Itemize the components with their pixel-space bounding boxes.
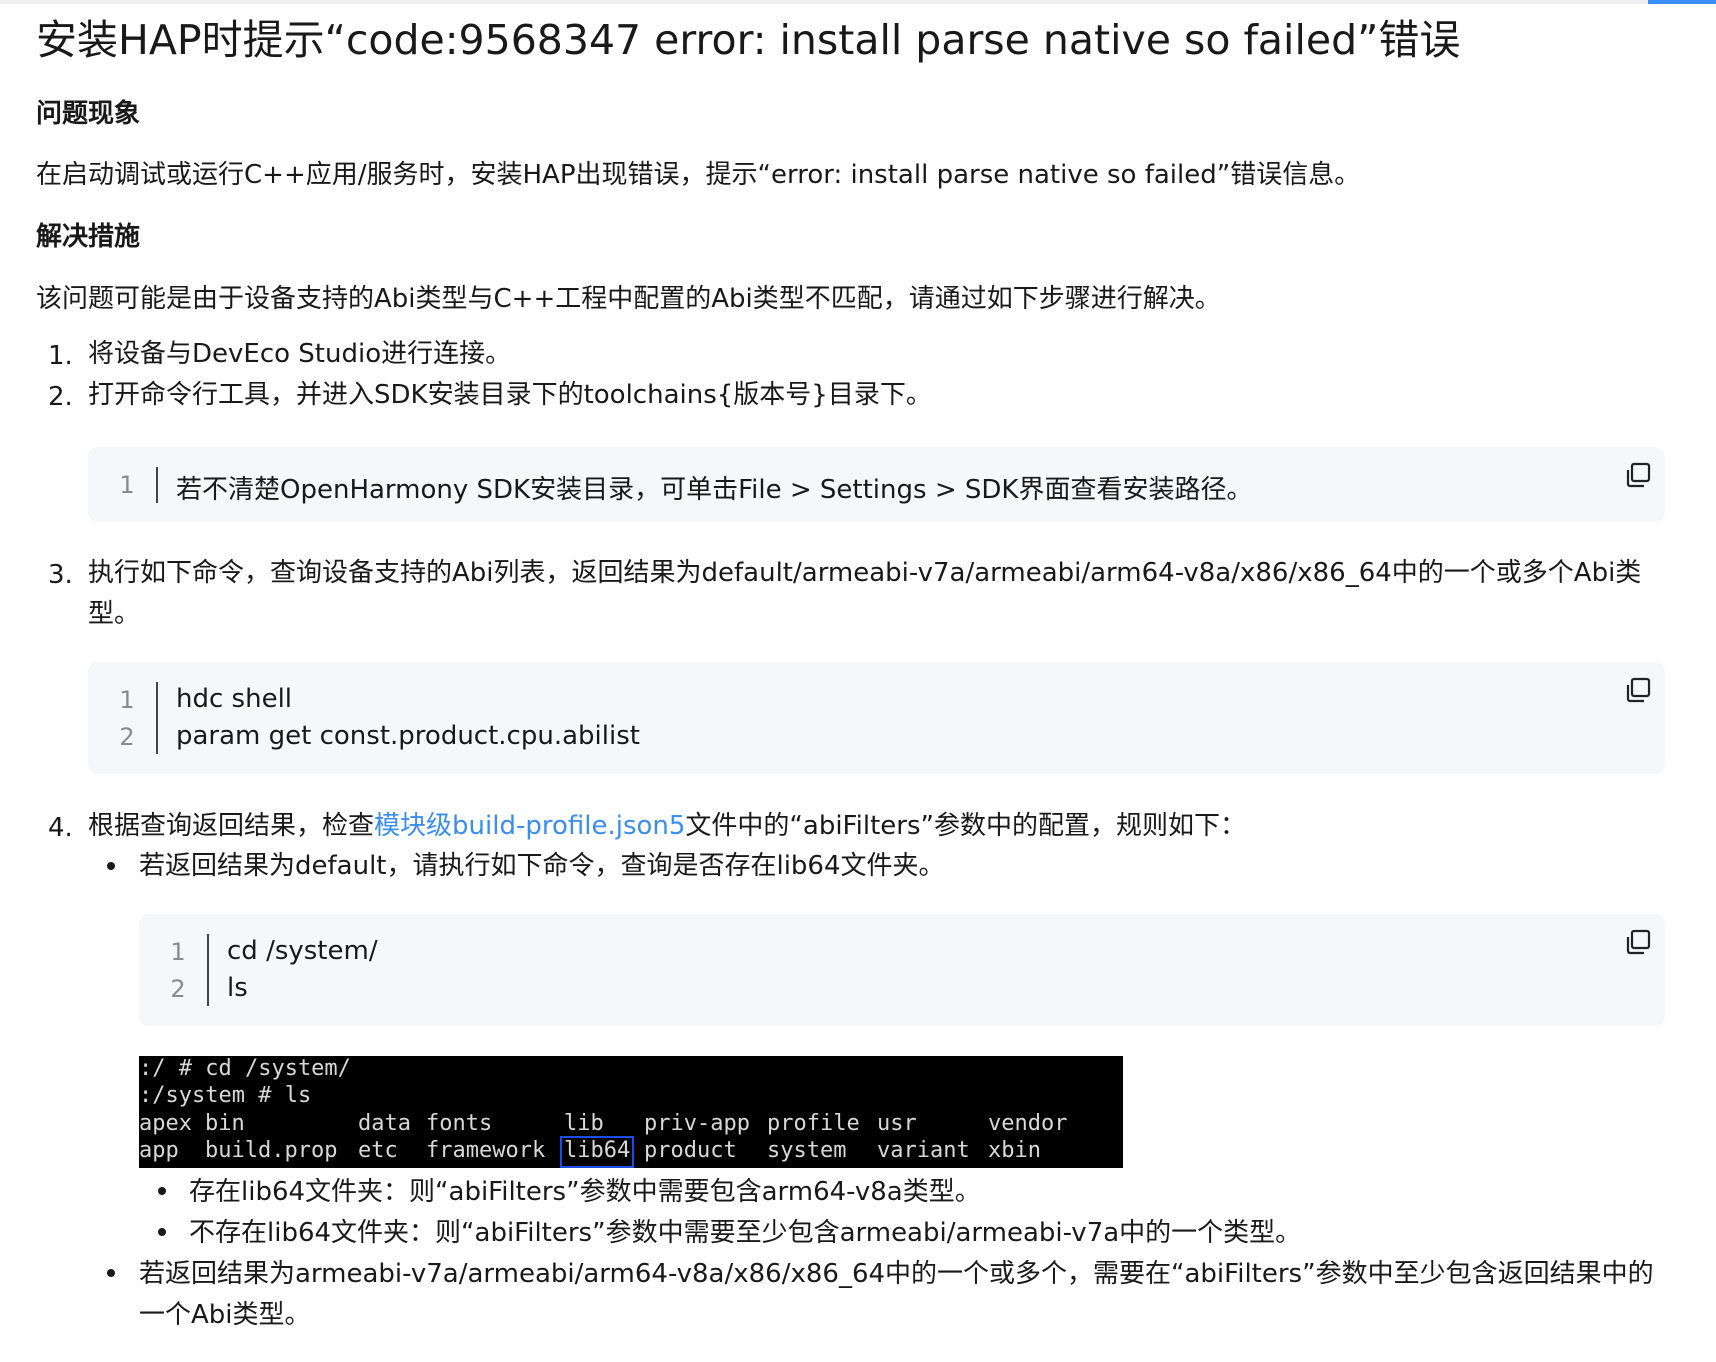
sub-bullet-dot [158,1187,166,1195]
copy-icon[interactable] [1624,928,1652,956]
terminal-cell: lib [564,1111,604,1136]
terminal-cell: app [139,1138,179,1163]
bullet-other-text-line2: 一个Abi类型。 [139,1300,311,1330]
code-block-system-ls: 1 2 cd /system/ ls [139,914,1665,1026]
step-4-text: 根据查询返回结果，检查模块级build-profile.json5文件中的“ab… [88,806,1246,846]
top-accent-bar [1648,0,1716,4]
page-title: 安装HAP时提示“code:9568347 error: install par… [36,16,1461,64]
terminal-cell: priv-app [644,1111,750,1136]
solution-intro: 该问题可能是由于设备支持的Abi类型与C++工程中配置的Abi类型不匹配，请通过… [36,284,1221,314]
code-block-sdk-path: 1 若不清楚OpenHarmony SDK安装目录，可单击File > Sett… [88,447,1665,522]
line-number: 2 [119,723,135,751]
bullet-other-text-line1: 若返回结果为armeabi-v7a/armeabi/arm64-v8a/x86/… [139,1259,1654,1289]
terminal-cell: etc [358,1138,398,1163]
terminal-cell: bin [205,1111,245,1136]
bullet-dot [107,1269,115,1277]
code-line: hdc shell [176,684,293,714]
line-number: 1 [119,471,135,499]
line-number: 1 [170,938,186,966]
build-profile-link[interactable]: 模块级build-profile.json5 [374,811,685,841]
line-divider [156,682,158,754]
terminal-line: :/ # cd /system/ [139,1056,351,1081]
step-3-number: 3. [48,560,73,590]
problem-text: 在启动调试或运行C++应用/服务时，安装HAP出现错误，提示“error: in… [36,160,1361,190]
code-line: 若不清楚OpenHarmony SDK安装目录，可单击File > Settin… [176,475,1253,505]
terminal-cell: vendor [988,1111,1068,1136]
copy-icon[interactable] [1624,676,1652,704]
terminal-screenshot: :/ # cd /system/ :/system # ls apex bin … [139,1056,1123,1168]
step-2-text: 打开命令行工具，并进入SDK安装目录下的toolchains{版本号}目录下。 [88,380,932,410]
sub-bullet-dot [158,1228,166,1236]
terminal-cell: build.prop [205,1138,338,1163]
step-1-number: 1. [48,341,73,371]
step-1-text: 将设备与DevEco Studio进行连接。 [88,339,512,369]
step-3-text-line2: 型。 [88,599,141,629]
step-2-number: 2. [48,382,73,412]
top-border [0,0,1716,4]
sub-bullet-lib64-exists: 存在lib64文件夹：则“abiFilters”参数中需要包含arm64-v8a… [189,1177,981,1207]
code-line: cd /system/ [227,936,378,966]
heading-problem: 问题现象 [36,99,141,129]
bullet-dot [107,862,115,870]
step-4-text-after: 文件中的“abiFilters”参数中的配置，规则如下： [685,811,1246,841]
heading-solution: 解决措施 [36,222,141,252]
copy-icon[interactable] [1624,461,1652,489]
lib64-highlight-box [560,1136,634,1168]
terminal-cell: data [358,1111,411,1136]
line-number: 1 [119,686,135,714]
step-4-number: 4. [48,813,73,843]
code-line: ls [227,973,248,1003]
code-line: param get const.product.cpu.abilist [176,721,640,751]
terminal-cell: product [644,1138,737,1163]
line-divider [207,934,209,1006]
line-number: 2 [170,975,186,1003]
terminal-cell: framework [426,1138,546,1163]
line-divider [156,467,158,503]
terminal-cell: variant [877,1138,970,1163]
terminal-cell: xbin [988,1138,1041,1163]
terminal-cell: fonts [426,1111,493,1136]
bullet-default-text: 若返回结果为default，请执行如下命令，查询是否存在lib64文件夹。 [139,851,945,881]
terminal-line: :/system # ls [139,1083,312,1108]
terminal-cell: system [767,1138,847,1163]
terminal-cell: apex [139,1111,192,1136]
sub-bullet-lib64-missing: 不存在lib64文件夹：则“abiFilters”参数中需要至少包含armeab… [189,1218,1302,1248]
step-3-text-line1: 执行如下命令，查询设备支持的Abi列表，返回结果为default/armeabi… [88,558,1642,588]
code-block-abilist: 1 2 hdc shell param get const.product.cp… [88,662,1665,774]
terminal-cell: usr [877,1111,917,1136]
step-4-text-before: 根据查询返回结果，检查 [88,811,375,841]
terminal-cell: profile [767,1111,860,1136]
